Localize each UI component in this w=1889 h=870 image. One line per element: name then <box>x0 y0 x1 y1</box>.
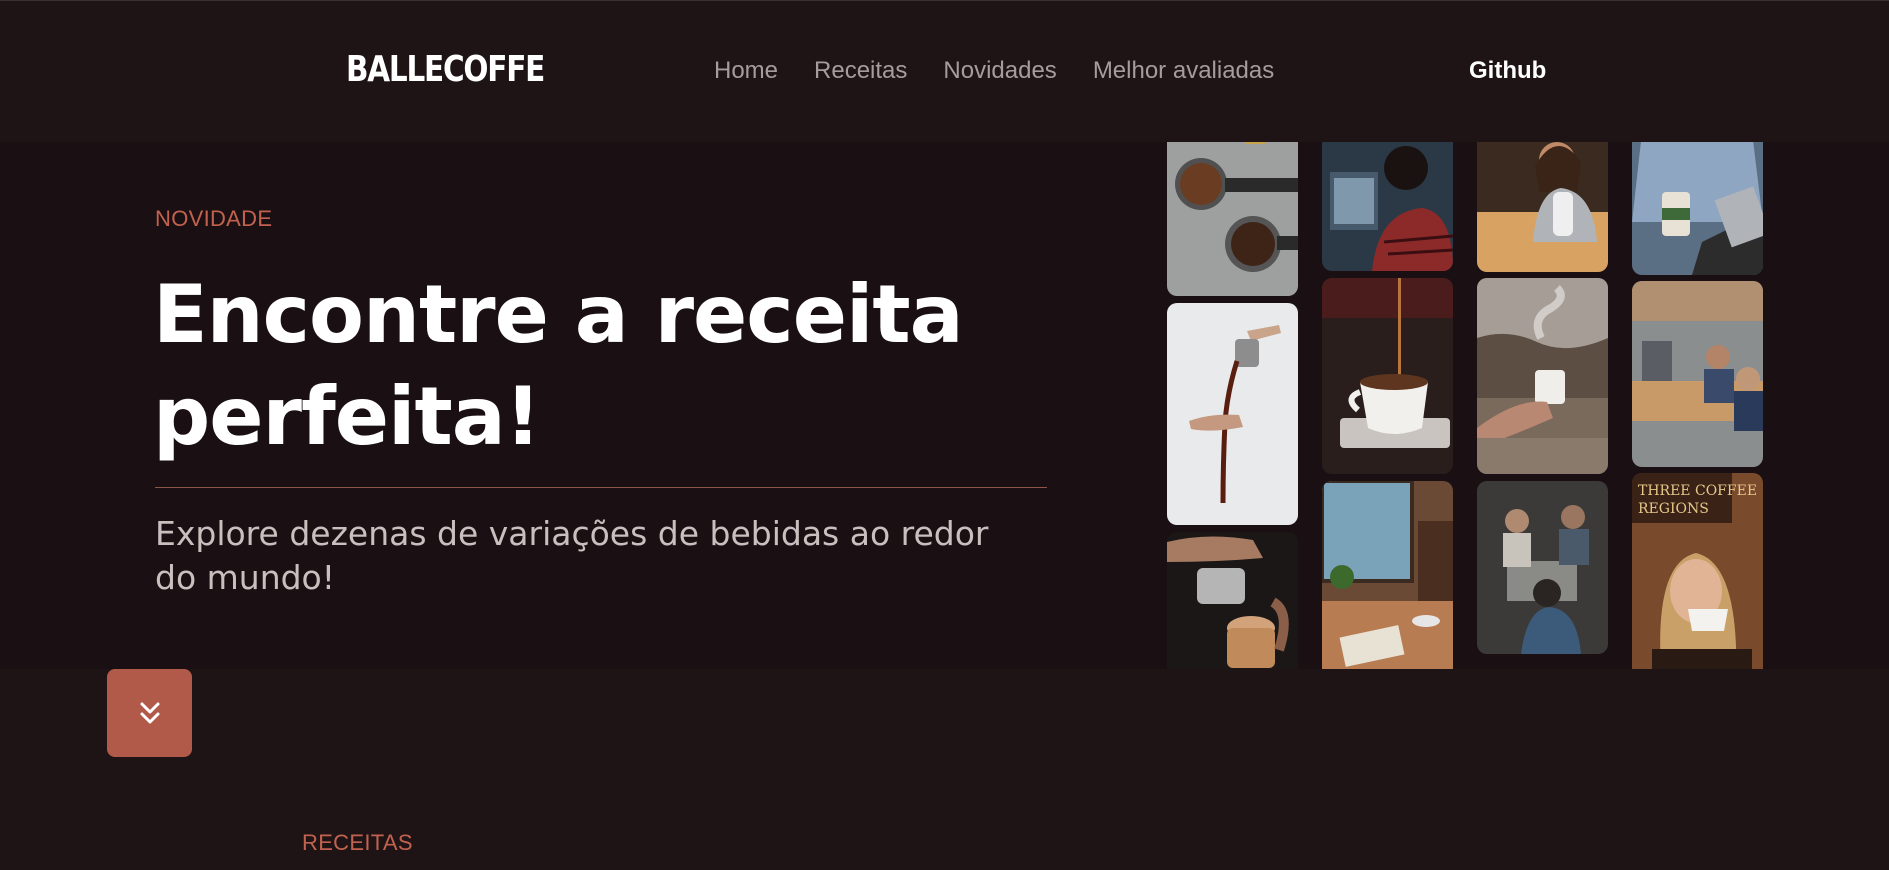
cafe-window-table-photo <box>1322 481 1453 669</box>
office-meeting-photo <box>1632 281 1763 467</box>
coffee-cup-laptop-photo <box>1632 142 1763 275</box>
baristas-working-photo <box>1477 481 1608 654</box>
hero-divider <box>155 487 1047 488</box>
hero-headline: Encontre a receita perfeita! <box>153 264 1053 468</box>
coffee-beans-portafilters-photo <box>1167 142 1298 296</box>
nav-link-melhor-avaliadas[interactable]: Melhor avaliadas <box>1093 57 1274 85</box>
barista-woman-photo <box>1477 142 1608 272</box>
recipes-section-label: RECEITAS <box>302 830 413 855</box>
svg-text:THREE COFFEE: THREE COFFEE <box>1638 483 1757 499</box>
photo-gallery: THREE COFFEE REGIONS <box>1167 142 1763 669</box>
hero-subtitle: Explore dezenas de variações de bebidas … <box>155 514 989 597</box>
main-nav: Home Receitas Novidades Melhor avaliadas <box>714 57 1274 85</box>
hero-headline-line-2: perfeita! <box>153 370 541 463</box>
latte-art-pour-photo <box>1167 532 1298 669</box>
hero-eyebrow: NOVIDADE <box>155 206 273 231</box>
double-chevron-down-icon <box>140 702 159 724</box>
woman-drinking-coffee-photo: THREE COFFEE REGIONS <box>1632 473 1763 669</box>
steaming-mug-outdoors-photo <box>1477 278 1608 474</box>
espresso-pour-cup-photo <box>1322 278 1453 474</box>
scroll-down-button[interactable] <box>107 669 192 757</box>
top-navbar: BALLECOFFE Home Receitas Novidades Melho… <box>0 0 1889 142</box>
nav-link-home[interactable]: Home <box>714 57 778 85</box>
github-link[interactable]: Github <box>1469 57 1546 85</box>
hero-headline-line-1: Encontre a receita <box>153 268 964 361</box>
nav-link-novidades[interactable]: Novidades <box>943 57 1056 85</box>
pouring-coffee-photo <box>1167 303 1298 525</box>
svg-text:REGIONS: REGIONS <box>1638 501 1709 517</box>
person-at-laptop-photo <box>1322 142 1453 271</box>
nav-link-receitas[interactable]: Receitas <box>814 57 907 85</box>
brand-logo[interactable]: BALLECOFFE <box>346 49 545 90</box>
hero-section: NOVIDADE Encontre a receita perfeita! Ex… <box>0 142 1889 669</box>
